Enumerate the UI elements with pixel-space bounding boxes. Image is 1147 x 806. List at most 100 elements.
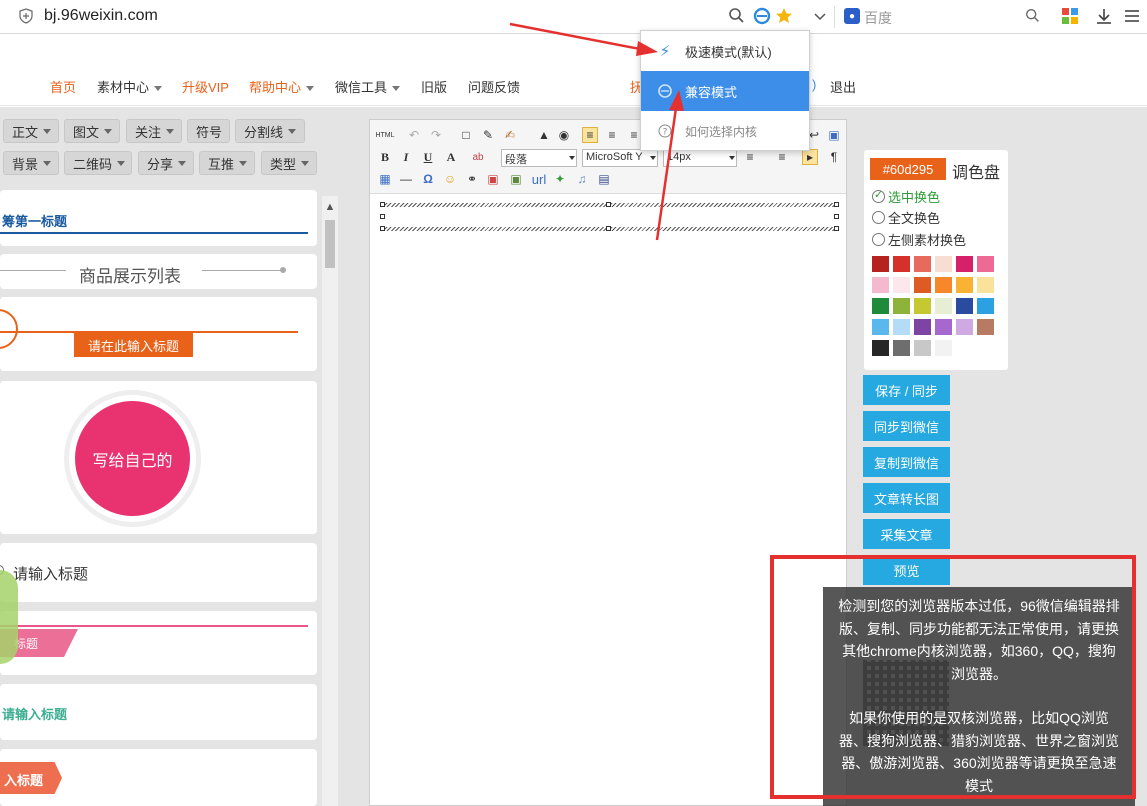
italic-icon[interactable]: I — [398, 149, 414, 165]
category-background[interactable]: 背景 — [3, 151, 59, 175]
sync-to-wechat-button[interactable]: 同步到微信 — [863, 411, 950, 441]
color-swatch[interactable] — [935, 340, 952, 356]
color-swatch[interactable] — [893, 298, 910, 314]
zoom-icon[interactable] — [727, 6, 747, 26]
color-swatch[interactable] — [935, 277, 952, 293]
resize-handle[interactable] — [380, 214, 385, 219]
shield-icon[interactable] — [18, 8, 34, 24]
resize-handle[interactable] — [606, 202, 611, 207]
category-image-text[interactable]: 图文 — [64, 119, 120, 143]
download-icon[interactable] — [1094, 6, 1114, 26]
color-swatch[interactable] — [914, 298, 931, 314]
menu-item-speed-mode[interactable]: ⚡ 极速模式(默认) — [641, 31, 809, 71]
star-icon[interactable] — [774, 6, 794, 26]
redo-icon[interactable]: ↷ — [428, 127, 444, 143]
format-painter-icon[interactable]: ✍ — [502, 127, 518, 143]
apps-icon[interactable] — [1060, 6, 1080, 26]
scroll-up-icon[interactable]: ▲ — [322, 200, 338, 214]
nav-logout[interactable]: 退出 — [830, 77, 856, 96]
color-swatch[interactable] — [914, 319, 931, 335]
category-qrcode[interactable]: 二维码 — [64, 151, 132, 175]
paint-bucket-icon[interactable]: ▲ — [536, 127, 552, 143]
monitor-icon[interactable]: ▣ — [826, 127, 842, 143]
nav-wechat-tools[interactable]: 微信工具 — [335, 77, 401, 96]
nav-feedback[interactable]: 问题反馈 — [468, 77, 520, 96]
paragraph-select[interactable]: 段落 — [501, 149, 577, 167]
menu-icon[interactable] — [1122, 6, 1142, 26]
search-box[interactable]: ● 百度 — [840, 4, 1048, 30]
ie-mode-icon[interactable] — [752, 6, 772, 26]
resize-handle[interactable] — [606, 226, 611, 231]
color-swatch[interactable] — [872, 277, 889, 293]
category-type[interactable]: 类型 — [261, 151, 317, 175]
resize-handle[interactable] — [834, 226, 839, 231]
category-promote[interactable]: 互推 — [199, 151, 255, 175]
search-icon[interactable] — [1024, 7, 1042, 25]
menu-item-how-to-choose[interactable]: ? 如何选择内核 — [641, 111, 809, 151]
color-swatch[interactable] — [893, 319, 910, 335]
underline-icon[interactable]: U — [420, 149, 436, 165]
material-card[interactable]: 入标题 — [0, 749, 317, 806]
option-selected-recolor[interactable]: 选中换色 — [872, 187, 940, 206]
url-text[interactable]: bj.96weixin.com — [44, 7, 158, 25]
unordered-list-icon[interactable]: ≡ — [774, 149, 790, 165]
ltr-icon[interactable]: ▸ — [802, 149, 818, 165]
color-swatch[interactable] — [935, 298, 952, 314]
chevron-down-icon[interactable] — [810, 6, 830, 26]
color-swatch[interactable] — [872, 340, 889, 356]
bold-icon[interactable]: B — [377, 149, 393, 165]
nav-materials[interactable]: 素材中心 — [97, 77, 163, 96]
color-swatch[interactable] — [956, 256, 973, 272]
color-swatch[interactable] — [872, 298, 889, 314]
nav-vip[interactable]: 升级VIP — [182, 77, 229, 96]
horizontal-rule-icon[interactable]: — — [398, 171, 414, 187]
color-swatch[interactable] — [977, 319, 994, 335]
font-family-select[interactable]: MicroSoft Y — [582, 149, 658, 167]
color-swatch[interactable] — [914, 340, 931, 356]
new-doc-icon[interactable]: □ — [458, 127, 474, 143]
nav-home[interactable]: 首页 — [50, 77, 76, 96]
music-icon[interactable]: ♫ — [574, 171, 590, 187]
color-swatch[interactable] — [872, 256, 889, 272]
nav-help[interactable]: 帮助中心 — [249, 77, 315, 96]
undo-icon[interactable]: ↶ — [406, 127, 422, 143]
nav-old-version[interactable]: 旧版 — [421, 77, 447, 96]
material-card[interactable]: 写给自己的 — [0, 381, 317, 534]
table-icon[interactable]: ▦ — [377, 171, 393, 187]
article-to-long-image-button[interactable]: 文章转长图 — [863, 483, 950, 513]
color-swatch[interactable] — [893, 340, 910, 356]
resize-handle[interactable] — [380, 226, 385, 231]
menu-item-compat-mode[interactable]: 兼容模式 — [641, 71, 809, 111]
color-swatch[interactable] — [956, 319, 973, 335]
color-swatch[interactable] — [956, 277, 973, 293]
puzzle-icon[interactable]: ✦ — [552, 171, 568, 187]
image-icon[interactable]: ▣ — [485, 171, 501, 187]
collect-article-button[interactable]: 采集文章 — [863, 519, 950, 549]
category-symbols[interactable]: 符号 — [187, 119, 230, 143]
material-card[interactable]: 筹 第一标题 — [0, 190, 317, 246]
find-icon[interactable]: ◉ — [556, 127, 572, 143]
material-card[interactable]: 商品展示列表 — [0, 254, 317, 289]
html-icon[interactable]: HTML — [375, 127, 395, 143]
category-body-text[interactable]: 正文 — [3, 119, 59, 143]
color-swatch[interactable] — [977, 277, 994, 293]
category-share[interactable]: 分享 — [138, 151, 194, 175]
color-swatch[interactable] — [956, 298, 973, 314]
color-swatch[interactable] — [935, 319, 952, 335]
special-char-icon[interactable]: Ω — [420, 171, 436, 187]
option-left-recolor[interactable]: 左侧素材换色 — [872, 230, 966, 249]
picture-icon[interactable]: ▣ — [508, 171, 524, 187]
color-swatch[interactable] — [914, 277, 931, 293]
color-swatch[interactable] — [956, 340, 973, 356]
save-sync-button[interactable]: 保存 / 同步 — [863, 375, 950, 405]
option-full-recolor[interactable]: 全文换色 — [872, 208, 940, 227]
emoji-icon[interactable]: ☺ — [442, 171, 458, 187]
color-swatch[interactable] — [977, 340, 994, 356]
scroll-thumb[interactable] — [325, 220, 335, 268]
eraser-icon[interactable]: ✎ — [480, 127, 496, 143]
color-swatch[interactable] — [914, 256, 931, 272]
category-divider[interactable]: 分割线 — [235, 119, 305, 143]
color-swatch[interactable] — [872, 319, 889, 335]
material-card[interactable]: 标题 — [0, 611, 317, 675]
align-center-icon[interactable]: ≡ — [604, 127, 620, 143]
